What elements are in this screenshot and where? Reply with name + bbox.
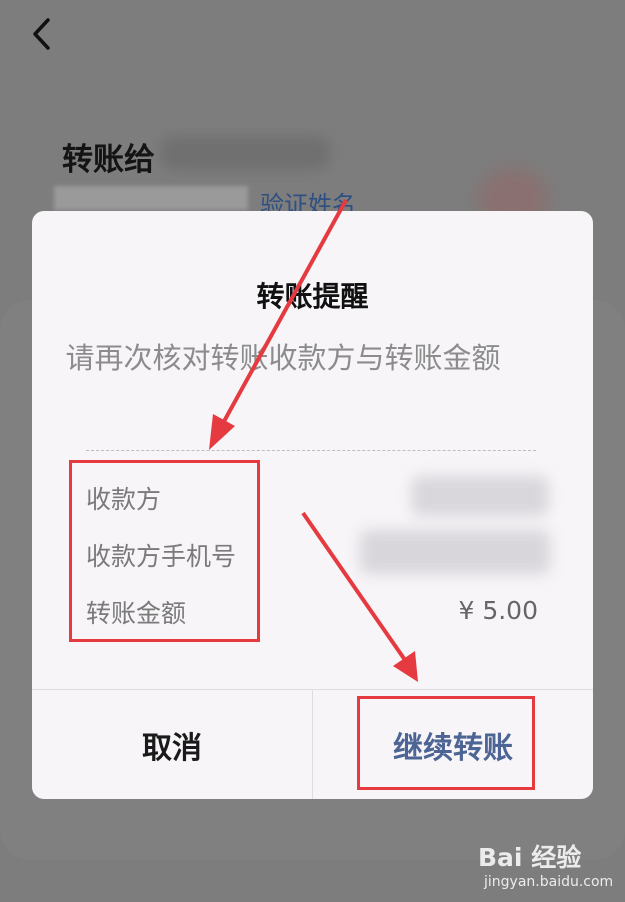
annotation-box-labels [69, 460, 260, 642]
blurred-payee-value [412, 476, 548, 516]
verify-name-link[interactable]: 验证姓名 [260, 188, 356, 212]
baidu-jingyan-watermark: Bai 经验 jingyan.baidu.com [478, 838, 618, 898]
watermark-logo: Bai 经验 [478, 843, 582, 872]
transfer-to-label: 转账给 [62, 142, 155, 178]
dashed-divider [86, 450, 536, 451]
annotation-box-continue [357, 696, 535, 790]
blurred-account-number [54, 186, 248, 210]
dialog-title: 转账提醒 [256, 280, 369, 313]
back-arrow-icon[interactable] [28, 14, 58, 54]
watermark-url: jingyan.baidu.com [484, 874, 614, 890]
amount-value: ¥ 5.00 [458, 596, 538, 625]
dialog-message: 请再次核对转账收款方与转账金额 [65, 341, 501, 375]
blurred-payee-phone-value [360, 530, 550, 574]
cancel-button[interactable]: 取消 [32, 690, 312, 799]
blurred-recipient-name [160, 136, 330, 170]
